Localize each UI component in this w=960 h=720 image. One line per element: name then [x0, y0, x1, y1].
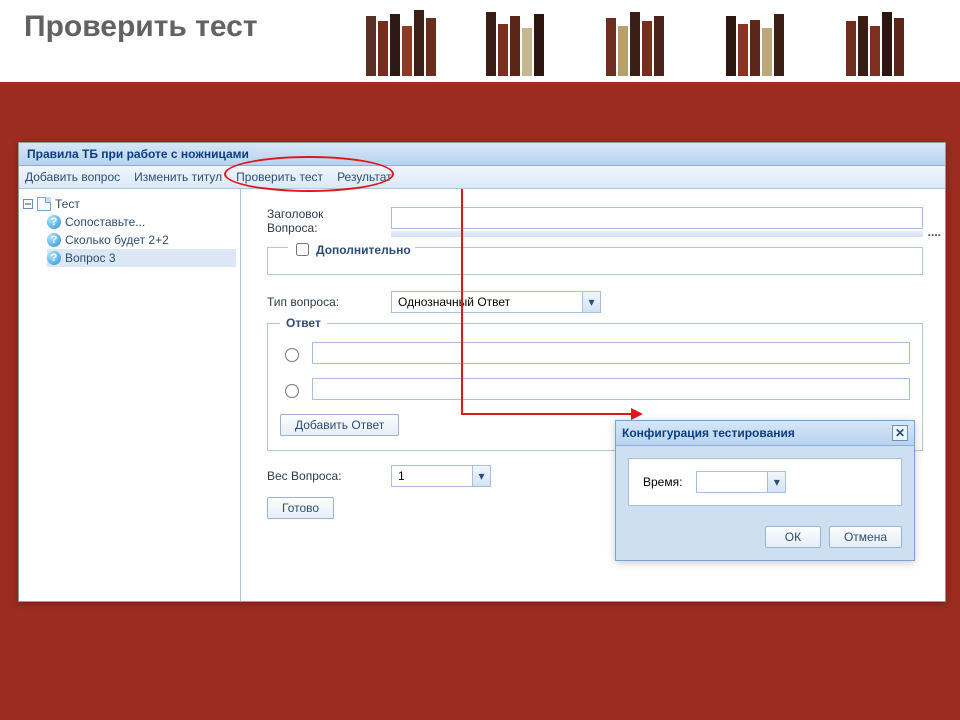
question-icon: ?	[47, 251, 61, 265]
headline-label: Заголовок Вопроса:	[267, 207, 377, 235]
answers-caption: Ответ	[280, 316, 327, 330]
tree-item-label: Сопоставьте...	[65, 215, 145, 229]
page-title: Проверить тест	[24, 10, 258, 44]
question-icon: ?	[47, 233, 61, 247]
toolbar-check-test[interactable]: Проверить тест	[236, 170, 323, 184]
answer-row	[280, 378, 910, 400]
tree-root[interactable]: Тест	[23, 195, 236, 213]
headline-input[interactable]	[391, 207, 923, 229]
config-dialog: Конфигурация тестирования ✕ Время: ▾	[615, 420, 915, 561]
tree-pane: Тест ? Сопоставьте... ? Сколько будет 2+…	[19, 189, 241, 601]
dialog-title: Конфигурация тестирования	[622, 426, 795, 440]
answer-radio[interactable]	[285, 384, 299, 398]
additional-checkbox[interactable]	[296, 243, 309, 256]
toolbar-add-question[interactable]: Добавить вопрос	[25, 170, 120, 184]
tree-item[interactable]: ? Сколько будет 2+2	[47, 231, 236, 249]
weight-label: Вес Вопроса:	[267, 469, 377, 483]
additional-box: Дополнительно	[267, 247, 923, 275]
chevron-down-icon[interactable]: ▾	[472, 466, 490, 486]
time-label: Время:	[643, 475, 682, 489]
answer-input[interactable]	[312, 378, 910, 400]
slide-header: Проверить тест	[0, 0, 960, 82]
header-photo	[360, 0, 960, 82]
weight-combo-value: 1	[392, 469, 472, 483]
question-icon: ?	[47, 215, 61, 229]
dialog-cancel-button[interactable]: Отмена	[829, 526, 902, 548]
answer-radio[interactable]	[285, 348, 299, 362]
chevron-down-icon[interactable]: ▾	[582, 292, 600, 312]
tree-root-label: Тест	[55, 197, 80, 211]
stage: Правила ТБ при работе с ножницами Добави…	[0, 82, 960, 720]
page-icon	[37, 197, 51, 211]
headline-hint-icon[interactable]: ....	[928, 225, 941, 239]
toolbar: Добавить вопрос Изменить титул Проверить…	[19, 166, 945, 189]
tree-item-selected[interactable]: ? Вопрос 3	[47, 249, 236, 267]
tree-item-label: Вопрос 3	[65, 251, 116, 265]
tree-item-label: Сколько будет 2+2	[65, 233, 169, 247]
answer-row	[280, 342, 910, 364]
close-icon[interactable]: ✕	[892, 425, 908, 441]
type-label: Тип вопроса:	[267, 295, 377, 309]
collapse-icon[interactable]	[23, 199, 33, 209]
additional-label: Дополнительно	[316, 243, 411, 257]
window-title: Правила ТБ при работе с ножницами	[19, 143, 945, 166]
type-combo[interactable]: Однозначный Ответ ▾	[391, 291, 601, 313]
form-pane: Заголовок Вопроса: .... Дополнительно	[241, 189, 945, 601]
add-answer-button[interactable]: Добавить Ответ	[280, 414, 399, 436]
tree-item[interactable]: ? Сопоставьте...	[47, 213, 236, 231]
app-window: Правила ТБ при работе с ножницами Добави…	[18, 142, 946, 602]
done-button[interactable]: Готово	[267, 497, 334, 519]
answer-input[interactable]	[312, 342, 910, 364]
type-combo-value: Однозначный Ответ	[392, 295, 582, 309]
toolbar-edit-title[interactable]: Изменить титул	[134, 170, 222, 184]
chevron-down-icon[interactable]: ▾	[767, 472, 785, 492]
weight-combo[interactable]: 1 ▾	[391, 465, 491, 487]
dialog-ok-button[interactable]: ОК	[765, 526, 821, 548]
time-combo[interactable]: ▾	[696, 471, 786, 493]
toolbar-result[interactable]: Результат	[337, 170, 392, 184]
